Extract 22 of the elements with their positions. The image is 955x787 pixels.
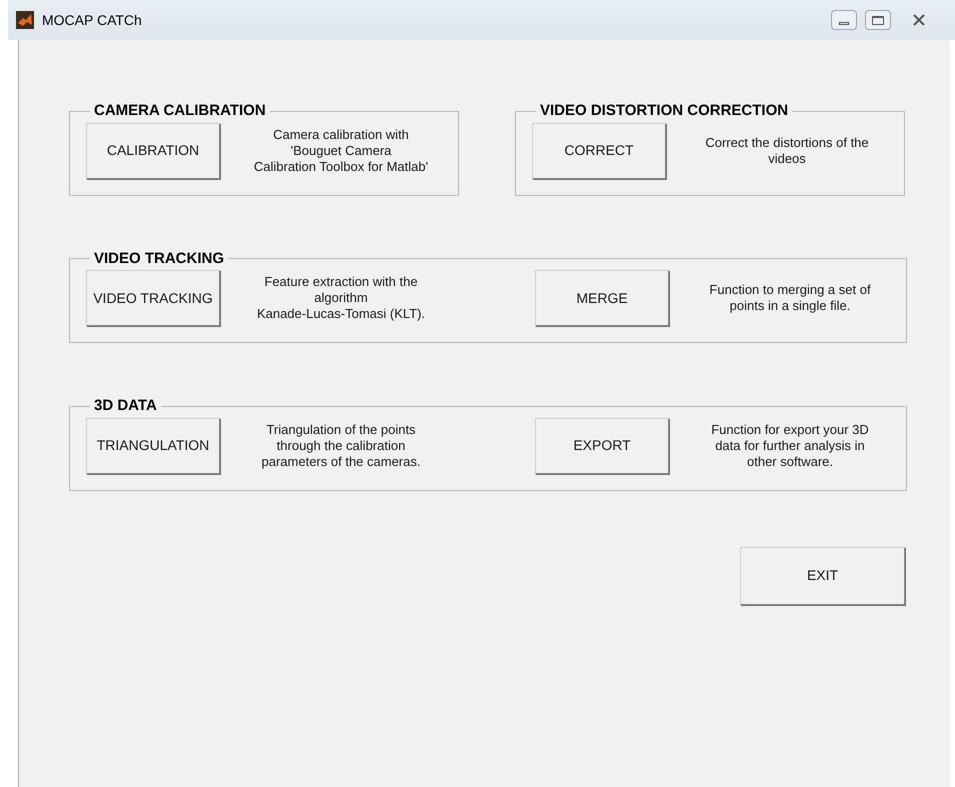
app-logo-icon bbox=[16, 11, 34, 29]
description-text: Function to merging a set of points in a single file. bbox=[708, 282, 872, 314]
description-text: Camera calibration with 'Bouguet Camera Calibration Toolbox for Matlab' bbox=[252, 126, 430, 174]
description-text: Correct the distortions of the videos bbox=[704, 134, 870, 166]
action-button[interactable]: MERGE bbox=[535, 270, 669, 326]
group-title: VIDEO TRACKING bbox=[93, 248, 226, 268]
group-title: 3D DATA bbox=[93, 396, 158, 416]
window-title: MOCAP CATCh bbox=[42, 10, 142, 30]
action-button[interactable]: TRIANGULATION bbox=[86, 418, 220, 474]
action-button[interactable]: VIDEO TRACKING bbox=[86, 270, 220, 326]
group-title: CAMERA CALIBRATION bbox=[93, 101, 267, 121]
description-text: Triangulation of the points through the calibration parameters of the cameras. bbox=[260, 422, 422, 470]
action-button[interactable]: CALIBRATION bbox=[86, 122, 220, 178]
group-title: VIDEO DISTORTION CORRECTION bbox=[539, 101, 790, 121]
minimize-button[interactable] bbox=[831, 10, 857, 30]
description-text: Function for export your 3D data for further analysis in other software. bbox=[710, 422, 870, 470]
action-button[interactable]: EXPORT bbox=[535, 418, 669, 474]
close-icon bbox=[912, 14, 926, 26]
description-text: Feature extraction with the algorithm Kanade-Lucas-Tomasi (KLT). bbox=[256, 274, 426, 322]
maximize-button[interactable] bbox=[865, 10, 891, 30]
action-button[interactable]: CORRECT bbox=[532, 122, 666, 178]
exit-button[interactable]: EXIT bbox=[740, 546, 905, 604]
